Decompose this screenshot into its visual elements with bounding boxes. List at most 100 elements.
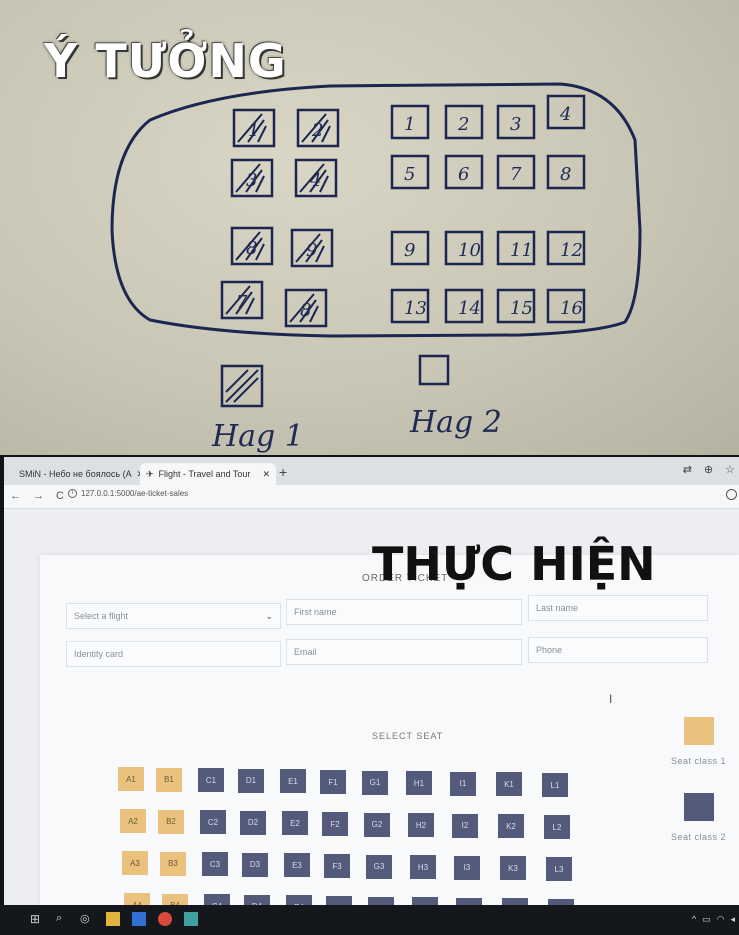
seat-H2[interactable]: H2 (408, 813, 434, 838)
tab-bar: SMiN - Небо не боялось (А ✕ ✈ Flight - T… (4, 457, 739, 485)
new-tab-button[interactable]: + (279, 464, 287, 480)
sketch-right-block: 1 2 3 45 6 7 89 10 11 1213 14 15 16 (390, 94, 586, 324)
phone-placeholder: Phone (536, 645, 563, 655)
sketch-seat-number: 16 (560, 298, 583, 319)
sketch-seat-number: 7 (236, 292, 248, 313)
star-icon[interactable]: ☆ (725, 463, 735, 476)
nav-buttons: ← → C (10, 490, 64, 502)
app-icon[interactable] (132, 912, 146, 926)
info-icon[interactable]: i (68, 489, 77, 498)
idea-title: Ý TƯỞNG (44, 34, 287, 88)
sketch-seat-number: 8 (246, 238, 257, 259)
sketch-seat-hatched: 4 (294, 158, 338, 198)
seat-A2[interactable]: A2 (120, 809, 146, 833)
editor-icon[interactable] (184, 912, 198, 926)
seat-I2[interactable]: I2 (452, 813, 478, 838)
browser-window: SMiN - Небо не боялось (А ✕ ✈ Flight - T… (4, 457, 739, 935)
flight-select[interactable]: Select a flight ⌄ (66, 603, 281, 629)
order-card: ORDER TICKET Select a flight ⌄ First nam… (40, 555, 739, 935)
sketch-seat-plain: 11 (496, 230, 536, 266)
identity-card-placeholder: Identity card (74, 649, 124, 659)
sketch-seat-hatched: 2 (296, 108, 340, 148)
close-icon[interactable]: ✕ (262, 469, 270, 480)
sketch-seat-plain: 2 (444, 104, 484, 140)
seat-E1[interactable]: E1 (280, 769, 306, 794)
tab-flight[interactable]: ✈ Flight - Travel and Tour ✕ (140, 463, 276, 485)
search-icon[interactable]: ⌕ (56, 912, 70, 926)
seat-L3[interactable]: L3 (546, 857, 572, 881)
seat-D1[interactable]: D1 (238, 768, 264, 793)
seat-A1[interactable]: A1 (118, 767, 144, 791)
sketch-seat-plain: 10 (444, 230, 484, 266)
chrome-icon[interactable] (158, 912, 172, 926)
windows-start-icon[interactable]: ⊞ (30, 912, 44, 926)
network-icon[interactable]: ▭ (702, 914, 711, 925)
seat-H1[interactable]: H1 (406, 771, 432, 796)
sketch-seat-plain: 7 (496, 154, 536, 190)
seat-G1[interactable]: G1 (362, 770, 388, 795)
sketch-seat-hatched: 9 (290, 228, 334, 268)
sketch-seat-number: 7 (510, 164, 522, 185)
seat-I1[interactable]: I1 (450, 771, 476, 796)
tab-youtube[interactable]: SMiN - Небо не боялось (А ✕ (8, 463, 144, 485)
seat-C2[interactable]: C2 (200, 810, 226, 835)
sketch-seat-hatched: 8 (284, 288, 328, 328)
seat-A3[interactable]: A3 (122, 851, 148, 875)
seat-class-2-swatch (684, 793, 714, 821)
seat-L1[interactable]: L1 (542, 773, 568, 797)
phone-field[interactable]: Phone (528, 637, 708, 663)
sketch-left-block: 1 2 3 4 8 9 7 8 (220, 108, 340, 328)
sketch-seat-plain: 12 (546, 230, 586, 266)
sketch-seat-plain: 15 (496, 288, 536, 324)
first-name-field[interactable]: First name (286, 599, 522, 625)
sketch-legend-label-1: Hag 1 (211, 419, 304, 454)
sketch-seat-number: 1 (404, 114, 415, 135)
seat-G3[interactable]: G3 (366, 854, 392, 879)
seat-E2[interactable]: E2 (282, 811, 308, 836)
seat-D2[interactable]: D2 (240, 810, 266, 835)
seat-I3[interactable]: I3 (454, 855, 480, 880)
file-explorer-icon[interactable] (106, 912, 120, 926)
sketch-seat-number: 11 (510, 240, 533, 261)
seat-B1[interactable]: B1 (156, 767, 182, 792)
seat-F1[interactable]: F1 (320, 770, 346, 794)
sketch-seat-number: 3 (246, 170, 257, 191)
identity-card-field[interactable]: Identity card (66, 641, 281, 667)
sketch-seat-number: 15 (510, 298, 533, 319)
sketch-seat-number: 8 (300, 300, 311, 321)
seat-D3[interactable]: D3 (242, 852, 268, 877)
url-text: 127.0.0.1:5000/ae-ticket-sales (81, 489, 189, 498)
sketch-seat-number: 4 (309, 170, 321, 191)
chevron-up-icon[interactable]: ^ (692, 914, 696, 925)
seat-F2[interactable]: F2 (322, 812, 348, 836)
seat-G2[interactable]: G2 (364, 812, 390, 837)
translate-icon[interactable]: ⇄ (683, 463, 692, 476)
last-name-field[interactable]: Last name (528, 595, 708, 621)
sketch-legend-box-1 (220, 364, 264, 408)
wifi-icon[interactable]: ◠ (717, 914, 725, 925)
first-name-placeholder: First name (294, 607, 337, 617)
url-field[interactable]: i 127.0.0.1:5000/ae-ticket-sales (68, 489, 188, 498)
seat-B3[interactable]: B3 (160, 851, 186, 876)
seat-H3[interactable]: H3 (410, 855, 436, 880)
reload-icon[interactable]: C (56, 490, 64, 502)
seat-K3[interactable]: K3 (500, 856, 526, 881)
zoom-icon[interactable]: ⊕ (704, 463, 713, 476)
email-field[interactable]: Email (286, 639, 522, 665)
seat-F3[interactable]: F3 (324, 854, 350, 878)
seat-K1[interactable]: K1 (496, 772, 522, 797)
seat-C1[interactable]: C1 (198, 768, 224, 793)
back-icon[interactable]: ← (10, 490, 21, 502)
sketch-seat-plain: 6 (444, 154, 484, 190)
volume-icon[interactable]: ◂ (730, 914, 735, 925)
seat-C3[interactable]: C3 (202, 852, 228, 877)
seat-L2[interactable]: L2 (544, 815, 570, 839)
task-view-icon[interactable]: ◎ (80, 912, 94, 926)
seat-B2[interactable]: B2 (158, 809, 184, 834)
seat-E3[interactable]: E3 (284, 853, 310, 878)
sketch-seat-number: 13 (404, 298, 427, 319)
profile-icon[interactable] (726, 489, 737, 500)
forward-icon[interactable]: → (33, 490, 44, 502)
seat-K2[interactable]: K2 (498, 814, 524, 839)
sketch-seat-hatched: 8 (230, 226, 274, 266)
